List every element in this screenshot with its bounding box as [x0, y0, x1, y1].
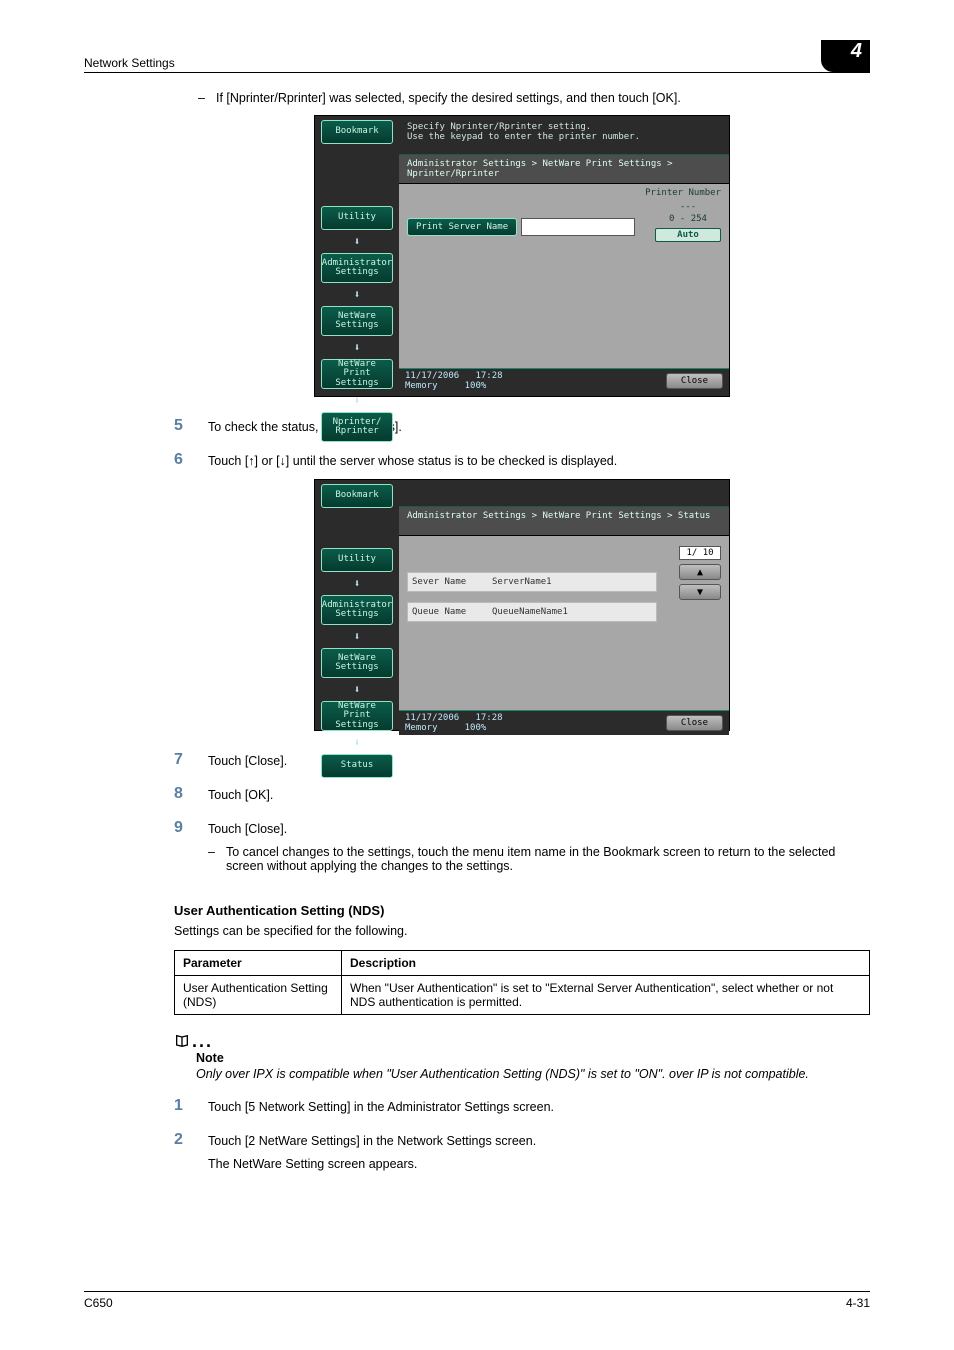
device1-instruction: Specify Nprinter/Rprinter setting. Use t…	[399, 116, 729, 155]
page-footer: C650 4-31	[84, 1291, 870, 1310]
device2-sidebar: Bookmark Utility ⬇ Administrator Setting…	[315, 480, 399, 730]
header-section: Network Settings	[84, 56, 175, 70]
printer-number-label: Printer Number	[645, 188, 721, 198]
netware-settings-button[interactable]: NetWare Settings	[321, 306, 393, 336]
print-server-name-field[interactable]	[521, 218, 635, 236]
chapter-badge: 4	[821, 40, 870, 72]
step-5: 5 To check the status, touch [Status].	[174, 417, 870, 435]
table-row: User Authentication Setting (NDS) When "…	[175, 976, 870, 1015]
printer-number-value: ---	[655, 202, 721, 212]
device2-blank-msg	[399, 480, 729, 507]
device2-footer: 11/17/2006 17:28 Memory 100% Close	[399, 710, 729, 735]
down-arrow-icon: ⬇	[315, 288, 399, 301]
down-arrow-icon: ⬇	[315, 394, 399, 407]
device1-footer: 11/17/2006 17:28 Memory 100% Close	[399, 368, 729, 393]
end-step-1: 1Touch [5 Network Setting] in the Admini…	[174, 1097, 870, 1115]
section-intro: Settings can be specified for the follow…	[174, 924, 870, 938]
netware-print-button[interactable]: NetWare Print Settings	[321, 701, 393, 731]
device1-sidebar: Bookmark Utility ⬇ Administrator Setting…	[315, 116, 399, 396]
dash-marker: –	[198, 91, 216, 105]
end-step-2: 2Touch [2 NetWare Settings] in the Netwo…	[174, 1131, 870, 1149]
down-arrow-icon: ⬇	[315, 235, 399, 248]
step-8: 8Touch [OK].	[174, 785, 870, 803]
device-screenshot-status: Bookmark Utility ⬇ Administrator Setting…	[314, 479, 730, 731]
step-7: 7Touch [Close].	[174, 751, 870, 769]
printer-number-range: 0 - 254	[655, 214, 721, 224]
status-button[interactable]: Status	[321, 754, 393, 778]
device2-main: 1/ 10 ▲ ▼ Sever Name ServerName1 Queue N…	[399, 536, 729, 710]
footer-model: C650	[84, 1296, 113, 1310]
breadcrumb: Administrator Settings > NetWare Print S…	[399, 507, 729, 536]
down-arrow-icon: ⬇	[315, 736, 399, 749]
device1-main: Printer Number Print Server Name --- 0 -…	[399, 184, 729, 368]
close-button[interactable]: Close	[666, 373, 723, 389]
page-indicator: 1/ 10	[679, 546, 721, 560]
nprinter-button[interactable]: Nprinter/ Rprinter	[321, 412, 393, 442]
admin-settings-button[interactable]: Administrator Settings	[321, 253, 393, 283]
step-9: 9Touch [Close].	[174, 819, 870, 837]
utility-button[interactable]: Utility	[321, 548, 393, 572]
down-arrow-icon: ⬇	[315, 577, 399, 590]
intro-dash-text: If [Nprinter/Rprinter] was selected, spe…	[216, 91, 681, 105]
note-label: Note	[196, 1051, 870, 1065]
auto-button[interactable]: Auto	[655, 228, 721, 242]
footer-page: 4-31	[846, 1296, 870, 1310]
down-arrow-icon: ⬇	[315, 341, 399, 354]
note-body: Only over IPX is compatible when "User A…	[196, 1067, 870, 1081]
netware-print-button[interactable]: NetWare Print Settings	[321, 359, 393, 389]
down-arrow-icon: ⬇	[315, 630, 399, 643]
step-6: 6 Touch [↑] or [↓] until the server whos…	[174, 451, 870, 469]
admin-settings-button[interactable]: Administrator Settings	[321, 595, 393, 625]
server-name-row: Sever Name ServerName1	[407, 572, 657, 592]
note-icon: ...	[174, 1033, 870, 1049]
bookmark-button[interactable]: Bookmark	[321, 120, 393, 144]
table-header-description: Description	[342, 951, 870, 976]
table-header-parameter: Parameter	[175, 951, 342, 976]
queue-name-row: Queue Name QueueNameName1	[407, 602, 657, 622]
parameter-table: Parameter Description User Authenticatio…	[174, 950, 870, 1015]
end-step-2-sub: The NetWare Setting screen appears.	[208, 1157, 870, 1171]
netware-settings-button[interactable]: NetWare Settings	[321, 648, 393, 678]
utility-button[interactable]: Utility	[321, 206, 393, 230]
breadcrumb: Administrator Settings > NetWare Print S…	[399, 155, 729, 184]
intro-dash: – If [Nprinter/Rprinter] was selected, s…	[198, 91, 870, 105]
down-arrow-button[interactable]: ▼	[679, 584, 721, 600]
section-heading: User Authentication Setting (NDS)	[174, 903, 870, 918]
device-screenshot-nprinter: Bookmark Utility ⬇ Administrator Setting…	[314, 115, 730, 397]
down-arrow-icon: ⬇	[315, 683, 399, 696]
page-header: Network Settings 4	[84, 40, 870, 73]
close-button[interactable]: Close	[666, 715, 723, 731]
print-server-name-button[interactable]: Print Server Name	[407, 218, 517, 236]
step-9-dash: – To cancel changes to the settings, tou…	[208, 845, 870, 873]
bookmark-button[interactable]: Bookmark	[321, 484, 393, 508]
up-arrow-button[interactable]: ▲	[679, 564, 721, 580]
